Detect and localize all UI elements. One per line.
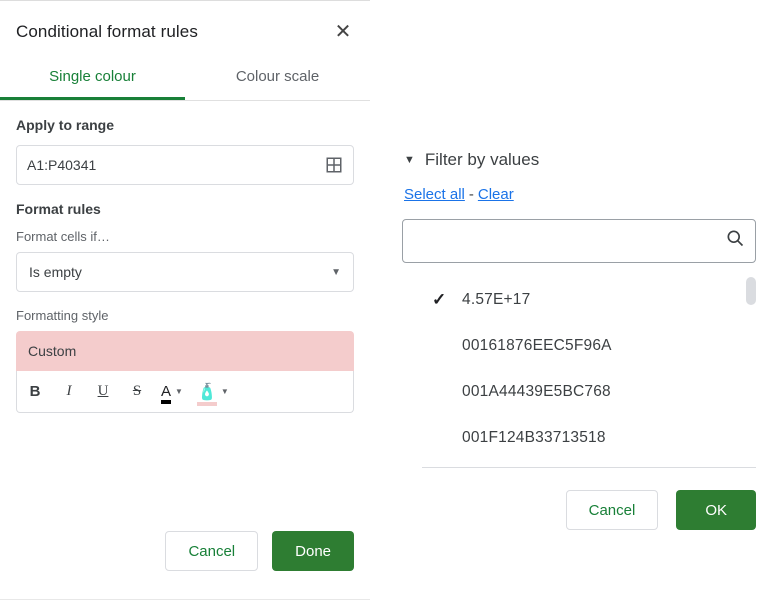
underline-button[interactable]: U [89,376,117,408]
chevron-down-icon: ▼ [331,267,341,278]
filter-value-row[interactable]: 001F124B33713518 [402,415,756,461]
format-cells-if-label: Format cells if… [16,229,354,244]
filter-value-label: 001F124B33713518 [462,429,606,447]
tabs: Single colour Colour scale [0,56,370,101]
search-icon[interactable] [725,228,745,254]
filter-search-input[interactable] [413,233,725,250]
filter-value-label: 001A44439E5BC768 [462,383,611,401]
text-color-icon: A [161,383,171,400]
filter-search-box [402,219,756,263]
tab-colour-scale[interactable]: Colour scale [185,56,370,100]
filter-value-label: 4.57E+17 [462,291,530,309]
italic-button[interactable]: I [55,376,83,408]
style-preview[interactable]: Custom [16,331,354,371]
clear-link[interactable]: Clear [478,186,514,203]
range-input-container [16,145,354,185]
ok-button[interactable]: OK [676,490,756,530]
chevron-down-icon: ▼ [175,387,183,396]
tab-single-colour[interactable]: Single colour [0,56,185,100]
fill-color-button[interactable]: 🧴 ▼ [193,382,233,402]
cancel-button[interactable]: Cancel [165,531,258,571]
cancel-button[interactable]: Cancel [566,490,659,530]
scrollbar-thumb[interactable] [746,277,756,305]
condition-value: Is empty [29,264,82,280]
range-input[interactable] [27,157,325,173]
filter-footer: Cancel OK [402,468,756,530]
filter-value-row[interactable]: 00161876EEC5F96A [402,323,756,369]
panel-footer: Cancel Done [0,511,370,600]
panel-title: Conditional format rules [16,22,198,42]
panel-divider [370,0,392,600]
check-icon: ✓ [432,290,462,310]
filter-panel: ▼ Filter by values Select all-Clear ✓ 4.… [392,0,784,600]
strikethrough-button[interactable]: S [123,376,151,408]
filter-title: Filter by values [425,150,539,170]
done-button[interactable]: Done [272,531,354,571]
fill-color-icon: 🧴 [197,382,217,402]
bold-button[interactable]: B [21,376,49,408]
text-color-button[interactable]: A ▼ [157,383,187,400]
condition-dropdown[interactable]: Is empty ▼ [16,252,354,292]
apply-to-range-label: Apply to range [16,117,354,133]
conditional-format-panel: Conditional format rules ✕ Single colour… [0,0,370,600]
close-icon[interactable]: ✕ [332,19,354,44]
chevron-down-icon: ▼ [221,387,229,396]
formatting-style-label: Formatting style [16,308,354,323]
filter-value-label: 00161876EEC5F96A [462,337,612,355]
select-all-link[interactable]: Select all [404,186,465,203]
format-toolbar: B I U S A ▼ 🧴 ▼ [16,371,354,413]
filter-link-row: Select all-Clear [402,186,756,203]
filter-values-list: ✓ 4.57E+17 00161876EEC5F96A 001A44439E5B… [402,277,756,461]
filter-value-row[interactable]: ✓ 4.57E+17 [402,277,756,323]
select-range-icon[interactable] [325,156,343,174]
filter-value-row[interactable]: 001A44439E5BC768 [402,369,756,415]
collapse-icon[interactable]: ▼ [404,154,415,166]
format-rules-label: Format rules [16,201,354,217]
